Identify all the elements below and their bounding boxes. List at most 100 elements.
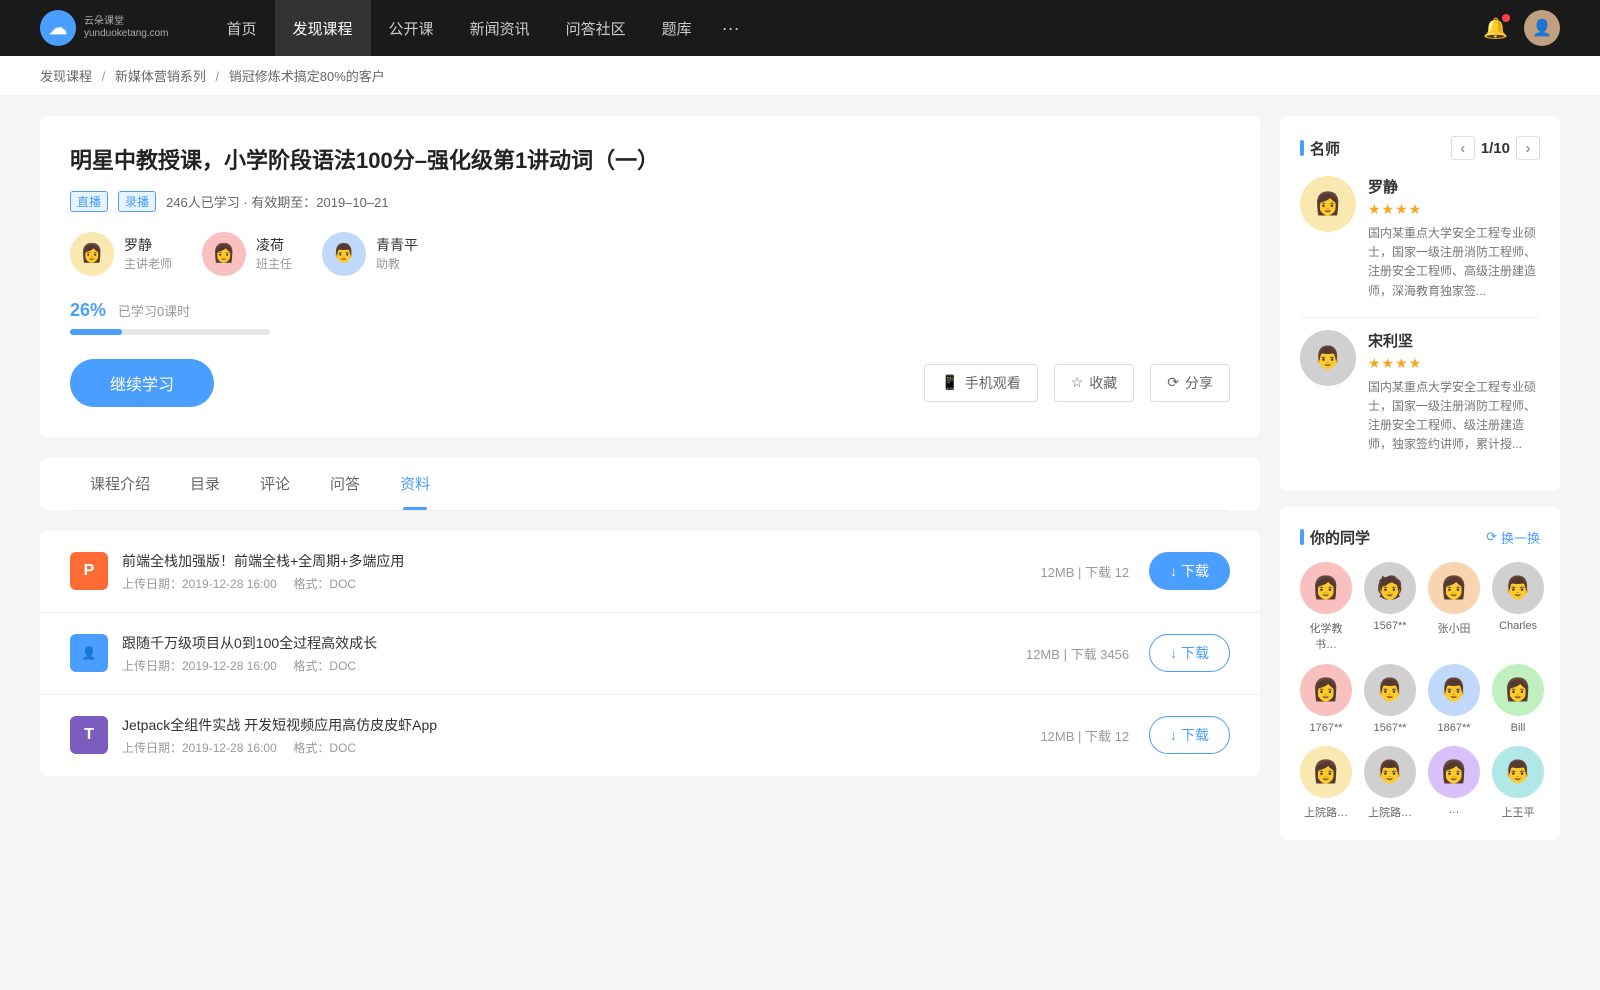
mobile-view-button[interactable]: 📱 手机观看 (924, 364, 1037, 402)
resource-stats-0: 12MB | 下载 12 (1040, 562, 1129, 581)
resource-stats-1: 12MB | 下载 3456 (1026, 644, 1129, 663)
student-name-7: Bill (1511, 722, 1526, 734)
share-label: 分享 (1185, 373, 1213, 393)
logo-icon: ☁ (40, 10, 76, 46)
resource-name-2: Jetpack全组件实战 开发短视频应用高仿皮皮虾App (122, 715, 1040, 735)
tab-review[interactable]: 评论 (240, 457, 310, 510)
classmates-title: 你的同学 (1300, 527, 1370, 548)
nav-item-quiz[interactable]: 题库 (644, 0, 710, 56)
student-avatar-6: 👨 (1428, 664, 1480, 716)
teacher-divider (1300, 317, 1540, 318)
teacher-name-1: 凌荷 (256, 235, 292, 255)
course-title: 明星中教授课，小学阶段语法100分–强化级第1讲动词（一） (70, 146, 1230, 177)
sidebar-teacher-stars-0: ★★★★ (1368, 201, 1540, 218)
student-name-10: … (1449, 804, 1460, 816)
sidebar-teacher-avatar-0: 👩 (1300, 176, 1356, 232)
sidebar-teacher-avatar-1: 👨 (1300, 330, 1356, 386)
teacher-next-button[interactable]: › (1516, 136, 1540, 160)
breadcrumb-sep1: / (102, 69, 106, 84)
student-item-11: 👨 上王平 (1492, 746, 1544, 820)
resource-info-1: 跟随千万级项目从0到100全过程高效成长 上传日期：2019-12-28 16:… (122, 633, 1026, 674)
breadcrumb: 发现课程 / 新媒体营销系列 / 销冠修炼术搞定80%的客户 (0, 56, 1600, 96)
students-title-row: 你的同学 ⟳ 换一换 (1300, 527, 1540, 548)
download-button-2[interactable]: ↓ 下载 (1149, 716, 1230, 754)
download-button-0[interactable]: ↓ 下载 (1149, 552, 1230, 590)
teacher-avatar-2: 👨 (322, 232, 366, 276)
student-avatar-11: 👨 (1492, 746, 1544, 798)
learned-label: 已学习0课时 (118, 304, 190, 319)
teacher-avatar-0: 👩 (70, 232, 114, 276)
student-avatar-9: 👨 (1364, 746, 1416, 798)
breadcrumb-sep2: / (216, 69, 220, 84)
resource-info-0: 前端全栈加强版！前端全栈+全周期+多端应用 上传日期：2019-12-28 16… (122, 551, 1040, 592)
student-item-5: 👨 1567** (1364, 664, 1416, 734)
famous-teachers-title: 名师 ‹ 1/10 › (1300, 136, 1540, 160)
nav-item-news[interactable]: 新闻资讯 (452, 0, 548, 56)
teacher-role-0: 主讲老师 (124, 255, 172, 272)
teacher-item-1: 👩 凌荷 班主任 (202, 232, 292, 276)
student-item-3: 👨 Charles (1492, 562, 1544, 652)
sidebar-teacher-1: 👨 宋利坚 ★★★★ 国内某重点大学安全工程专业硕士，国家一级注册消防工程师、注… (1300, 330, 1540, 455)
course-actions: 继续学习 📱 手机观看 ☆ 收藏 ⟳ 分享 (70, 359, 1230, 407)
breadcrumb-current[interactable]: 销冠修炼术搞定80%的客户 (229, 69, 385, 84)
nav-more[interactable]: ··· (710, 0, 752, 56)
progress-bar-bg (70, 329, 270, 335)
famous-teachers-card: 名师 ‹ 1/10 › 👩 罗静 ★★★★ 国内某重点大学安全工程专业硕士，国家… (1280, 116, 1560, 491)
tab-intro[interactable]: 课程介绍 (70, 457, 170, 510)
tabs: 课程介绍 目录 评论 问答 资料 (70, 457, 1230, 511)
teachers-row: 👩 罗静 主讲老师 👩 凌荷 班主任 👨 青青平 (70, 232, 1230, 276)
teacher-item-0: 👩 罗静 主讲老师 (70, 232, 172, 276)
continue-learning-button[interactable]: 继续学习 (70, 359, 214, 407)
course-meta-text: 246人已学习 · 有效期至：2019–10–21 (166, 192, 389, 211)
resource-list: P 前端全栈加强版！前端全栈+全周期+多端应用 上传日期：2019-12-28 … (40, 531, 1260, 776)
nav-item-discover[interactable]: 发现课程 (275, 0, 371, 56)
collect-button[interactable]: ☆ 收藏 (1054, 364, 1135, 402)
share-icon: ⟳ (1167, 374, 1179, 391)
refresh-button[interactable]: ⟳ 换一换 (1486, 528, 1540, 547)
student-name-2: 张小田 (1438, 620, 1471, 636)
resource-name-0: 前端全栈加强版！前端全栈+全周期+多端应用 (122, 551, 1040, 571)
breadcrumb-discover[interactable]: 发现课程 (40, 69, 92, 84)
student-avatar-7: 👩 (1492, 664, 1544, 716)
download-button-1[interactable]: ↓ 下载 (1149, 634, 1230, 672)
teacher-prev-button[interactable]: ‹ (1451, 136, 1475, 160)
tab-qa[interactable]: 问答 (310, 457, 380, 510)
teacher-name-2: 青青平 (376, 235, 418, 255)
share-button[interactable]: ⟳ 分享 (1150, 364, 1230, 402)
action-buttons: 📱 手机观看 ☆ 收藏 ⟳ 分享 (924, 364, 1230, 402)
navbar: ☁ 云朵课堂 yunduoketang.com 首页 发现课程 公开课 新闻资讯… (0, 0, 1600, 56)
refresh-label: 换一换 (1501, 528, 1540, 547)
student-avatar-5: 👨 (1364, 664, 1416, 716)
nav-item-public[interactable]: 公开课 (371, 0, 452, 56)
sidebar-teacher-name-1: 宋利坚 (1368, 330, 1540, 351)
student-avatar-0: 👩 (1300, 562, 1352, 614)
logo[interactable]: ☁ 云朵课堂 yunduoketang.com (40, 10, 169, 46)
sidebar-teacher-info-0: 罗静 ★★★★ 国内某重点大学安全工程专业硕士，国家一级注册消防工程师、注册安全… (1368, 176, 1540, 301)
teacher-nav: ‹ 1/10 › (1451, 136, 1540, 160)
nav-item-qa[interactable]: 问答社区 (548, 0, 644, 56)
student-name-0: 化学教书… (1300, 620, 1352, 652)
student-item-7: 👩 Bill (1492, 664, 1544, 734)
resource-meta-2: 上传日期：2019-12-28 16:00 格式：DOC (122, 739, 1040, 756)
resource-info-2: Jetpack全组件实战 开发短视频应用高仿皮皮虾App 上传日期：2019-1… (122, 715, 1040, 756)
progress-section: 26% 已学习0课时 (70, 300, 1230, 335)
teacher-role-1: 班主任 (256, 255, 292, 272)
user-avatar-nav[interactable]: 👤 (1524, 10, 1560, 46)
resource-icon-0: P (70, 552, 108, 590)
tab-catalog[interactable]: 目录 (170, 457, 240, 510)
teacher-info-2: 青青平 助教 (376, 235, 418, 272)
student-avatar-8: 👩 (1300, 746, 1352, 798)
student-name-3: Charles (1499, 620, 1537, 632)
nav-item-home[interactable]: 首页 (209, 0, 275, 56)
navbar-right: 🔔 👤 (1483, 10, 1560, 46)
student-name-4: 1767** (1309, 722, 1342, 734)
collect-label: 收藏 (1089, 373, 1117, 393)
teacher-role-2: 助教 (376, 255, 418, 272)
tab-resource[interactable]: 资料 (380, 457, 450, 510)
breadcrumb-series[interactable]: 新媒体营销系列 (115, 69, 206, 84)
resource-icon-2: T (70, 716, 108, 754)
sidebar-teacher-desc-1: 国内某重点大学安全工程专业硕士，国家一级注册消防工程师、注册安全工程师、级注册建… (1368, 378, 1540, 455)
logo-text: 云朵课堂 yunduoketang.com (84, 16, 169, 40)
bell-icon[interactable]: 🔔 (1483, 16, 1508, 41)
students-grid: 👩 化学教书… 🧑 1567** 👩 张小田 👨 Charles 👩 (1300, 562, 1540, 820)
